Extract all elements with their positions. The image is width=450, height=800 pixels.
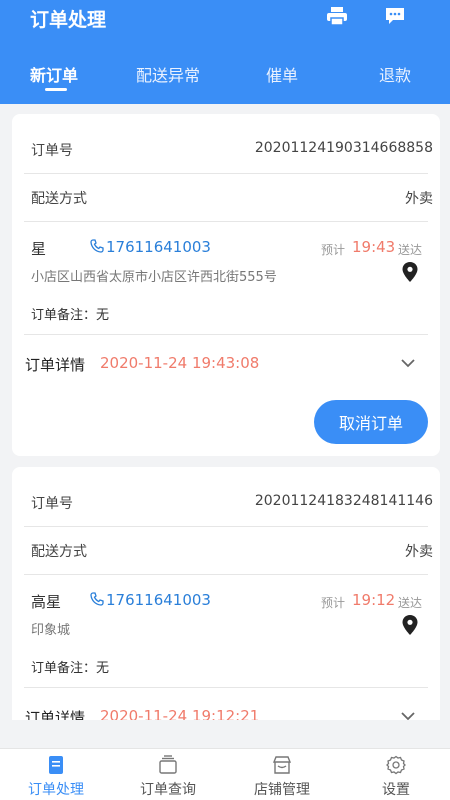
settings-icon <box>386 755 406 775</box>
app-header: 订单处理 新订单 配送异常 催单 退款 <box>0 0 450 104</box>
order-number-label: 订单号 <box>31 496 73 512</box>
order-time: 2020-11-24 19:12:21 <box>100 707 260 720</box>
divider <box>24 526 428 527</box>
nav-store-management[interactable]: 店铺管理 <box>226 749 338 800</box>
estimated-time: 19:43 <box>352 238 396 256</box>
customer-phone-number: 17611641003 <box>106 591 211 609</box>
customer-address: 印象城 <box>31 623 71 638</box>
chevron-down-icon[interactable] <box>400 358 416 368</box>
customer-phone[interactable]: 17611641003 <box>90 238 211 256</box>
estimated-time: 19:12 <box>352 591 396 609</box>
delivery-method-label: 配送方式 <box>31 191 87 207</box>
message-icon[interactable] <box>384 6 406 26</box>
printer-icon[interactable] <box>326 6 348 26</box>
order-number-label: 订单号 <box>31 143 73 159</box>
divider <box>24 687 428 688</box>
delivery-label: 送达 <box>398 243 423 257</box>
nav-order-processing[interactable]: 订单处理 <box>0 749 112 800</box>
order-detail-label[interactable]: 订单详情 <box>25 354 85 375</box>
tab-delivery-exception[interactable]: 配送异常 <box>136 62 200 86</box>
nav-label: 订单查询 <box>140 782 196 798</box>
tab-refunds[interactable]: 退款 <box>379 62 411 86</box>
order-number: 20201124183248141146 <box>254 493 433 509</box>
delivery-method: 外卖 <box>405 191 433 207</box>
title-bar: 订单处理 <box>0 0 450 34</box>
order-number: 20201124190314668858 <box>254 140 433 156</box>
order-card: 订单号 20201124190314668858 配送方式 外卖 星 17611… <box>12 114 440 456</box>
divider <box>24 221 428 222</box>
location-pin-icon[interactable] <box>401 614 419 636</box>
active-tab-indicator <box>45 88 67 91</box>
order-note: 订单备注：无 <box>31 661 110 676</box>
location-pin-icon[interactable] <box>401 261 419 283</box>
tab-bar: 新订单 配送异常 催单 退款 <box>0 58 450 98</box>
delivery-method-label: 配送方式 <box>31 544 87 560</box>
nav-label: 设置 <box>382 782 410 798</box>
order-detail-label[interactable]: 订单详情 <box>25 707 85 720</box>
phone-icon <box>90 592 104 606</box>
estimate-label: 预计 <box>321 596 346 610</box>
customer-name: 高星 <box>31 593 62 611</box>
order-note: 订单备注：无 <box>31 308 110 323</box>
store-icon <box>272 756 292 774</box>
order-list[interactable]: 订单号 20201124190314668858 配送方式 外卖 星 17611… <box>0 104 450 720</box>
page-title: 订单处理 <box>30 9 107 31</box>
cancel-order-button[interactable]: 取消订单 <box>314 400 428 444</box>
tab-new-orders[interactable]: 新订单 <box>30 62 78 86</box>
order-card: 订单号 20201124183248141146 配送方式 外卖 高星 1761… <box>12 467 440 720</box>
nav-settings[interactable]: 设置 <box>340 749 450 800</box>
delivery-method: 外卖 <box>405 544 433 560</box>
tab-reminders[interactable]: 催单 <box>266 62 298 86</box>
order-query-icon <box>159 755 177 774</box>
phone-icon <box>90 239 104 253</box>
divider <box>24 173 428 174</box>
nav-label: 店铺管理 <box>254 782 310 798</box>
bottom-nav: 订单处理 订单查询 店铺管理 设置 <box>0 748 450 800</box>
customer-address: 小店区山西省太原市小店区许西北街555号 <box>31 270 277 285</box>
estimate-label: 预计 <box>321 243 346 257</box>
delivery-label: 送达 <box>398 596 423 610</box>
divider <box>24 574 428 575</box>
nav-order-query[interactable]: 订单查询 <box>112 749 224 800</box>
order-time: 2020-11-24 19:43:08 <box>100 354 260 372</box>
customer-name: 星 <box>31 240 47 258</box>
customer-phone-number: 17611641003 <box>106 238 211 256</box>
customer-phone[interactable]: 17611641003 <box>90 591 211 609</box>
divider <box>24 334 428 335</box>
nav-label: 订单处理 <box>28 782 84 798</box>
chevron-down-icon[interactable] <box>400 711 416 720</box>
order-list-icon <box>49 756 63 774</box>
